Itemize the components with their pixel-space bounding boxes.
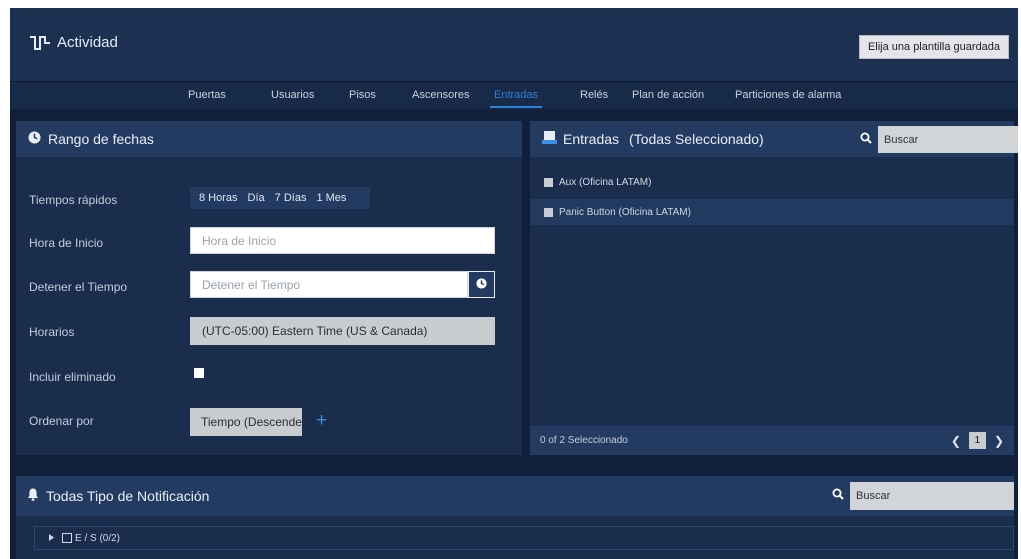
checkbox-icon [544, 177, 553, 187]
tab-plan-de-accion[interactable]: Plan de acción [632, 89, 704, 101]
list-item[interactable]: Aux (Oficina LATAM) [530, 169, 1014, 195]
checkbox-icon [544, 207, 553, 217]
timezone-label: Horarios [29, 325, 75, 339]
notification-search: Buscar [832, 482, 1014, 510]
inputs-title: Entradas [563, 131, 620, 147]
notification-types-title: Todas Tipo de Notificación [46, 488, 210, 504]
chevron-right-icon[interactable]: ❯ [994, 434, 1004, 448]
tree-item-checkbox[interactable] [62, 533, 72, 543]
include-deleted-label: Incluir eliminado [29, 370, 116, 384]
page-title-text: Actividad [57, 33, 118, 51]
list-item[interactable]: Panic Button (Oficina LATAM) [530, 199, 1014, 225]
add-sort-button[interactable]: + [316, 411, 327, 430]
page-number[interactable]: 1 [968, 432, 986, 449]
pagination: ❮ 1 ❯ [951, 432, 1004, 449]
list-item-label: Aux (Oficina LATAM) [559, 176, 652, 188]
date-range-panel: Rango de fechas Tiempos rápidos 8 Horas … [16, 121, 522, 455]
tab-pisos[interactable]: Pisos [349, 89, 376, 101]
quick-time-8h[interactable]: 8 Horas [199, 192, 238, 204]
search-icon [832, 487, 844, 505]
expand-arrow-icon[interactable] [49, 533, 54, 544]
start-time-input[interactable]: Hora de Inicio [190, 227, 495, 254]
date-range-title: Rango de fechas [48, 131, 154, 147]
quick-time-7d[interactable]: 7 Días [275, 192, 307, 204]
quick-times-group: 8 Horas Día 7 Días 1 Mes [190, 187, 370, 209]
input-device-icon [542, 130, 557, 148]
stop-time-picker-button[interactable] [468, 271, 495, 298]
tab-usuarios[interactable]: Usuarios [271, 89, 314, 101]
tab-ascensores[interactable]: Ascensores [412, 89, 469, 101]
tree-item-io[interactable]: E / S (0/2) [34, 526, 1014, 550]
sort-by-label: Ordenar por [29, 414, 94, 428]
clock-icon [476, 276, 487, 294]
sort-by-value: Tiempo (Descendent [201, 415, 302, 429]
sort-by-select[interactable]: Tiempo (Descendent [190, 408, 302, 436]
tab-puertas[interactable]: Puertas [188, 89, 226, 101]
tab-reles[interactable]: Relés [580, 89, 608, 101]
quick-times-label: Tiempos rápidos [29, 193, 118, 207]
quick-time-day[interactable]: Día [248, 192, 265, 204]
stop-time-input[interactable]: Detener el Tiempo [190, 271, 468, 298]
tab-particiones-de-alarma[interactable]: Particiones de alarma [735, 89, 841, 101]
selected-count: 0 of 2 Seleccionado [540, 435, 628, 446]
pulse-icon [29, 33, 51, 51]
inputs-footer: 0 of 2 Seleccionado ❮ 1 ❯ [530, 426, 1014, 455]
tab-bar: Puertas Usuarios Pisos Ascensores Entrad… [10, 81, 1018, 109]
inputs-panel: Entradas (Todas Seleccionado) Buscar Aux… [530, 121, 1018, 455]
clock-icon [28, 131, 41, 147]
timezone-select[interactable]: (UTC-05:00) Eastern Time (US & Canada) [190, 317, 495, 345]
saved-template-button[interactable]: Elija una plantilla guardada [859, 35, 1009, 59]
tab-entradas[interactable]: Entradas [489, 89, 543, 108]
chevron-left-icon[interactable]: ❮ [951, 434, 961, 448]
tree-item-content: E / S (0/2) [62, 533, 120, 544]
tree-item-label: E / S (0/2) [75, 532, 121, 544]
start-time-label: Hora de Inicio [29, 236, 104, 250]
search-icon [860, 131, 872, 149]
inputs-search: Buscar [860, 126, 1018, 153]
app-header: Actividad Elija una plantilla guardada [10, 8, 1018, 81]
activity-app: Actividad Elija una plantilla guardada P… [10, 8, 1018, 559]
notification-search-input[interactable]: Buscar [850, 482, 1014, 510]
notification-types-panel: Todas Tipo de Notificación Buscar E / S … [16, 476, 1014, 559]
include-deleted-checkbox[interactable] [194, 368, 204, 378]
quick-time-1m[interactable]: 1 Mes [316, 192, 346, 204]
bell-icon [27, 488, 39, 504]
inputs-selection-status: (Todas Seleccionado) [629, 131, 764, 147]
stop-time-label: Detener el Tiempo [29, 280, 128, 294]
inputs-search-input[interactable]: Buscar [878, 126, 1018, 153]
date-range-header: Rango de fechas [16, 121, 522, 157]
page-title: Actividad [29, 33, 118, 51]
list-item-label: Panic Button (Oficina LATAM) [559, 206, 691, 218]
